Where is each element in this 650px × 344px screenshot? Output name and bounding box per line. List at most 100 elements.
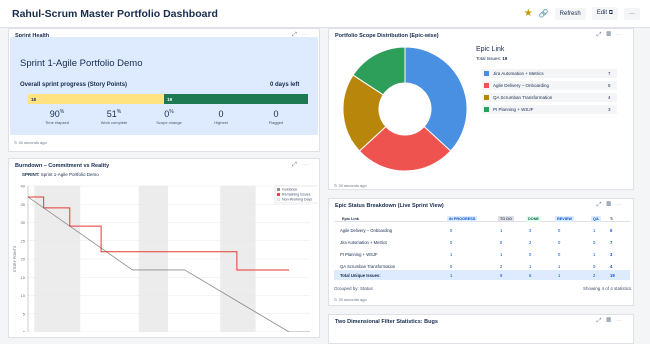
legend-item[interactable]: QA Scrumban Transformation [482,93,617,103]
gadget-actions[interactable]: ⤢▦⋯ [597,318,627,325]
stat-value: 90 [49,109,60,119]
table-cell[interactable]: 1 [450,252,452,257]
legend-label: PI Planning + WSJF [493,107,534,112]
stat-value: 0 [273,109,279,119]
todo-points: 19 [167,97,173,102]
stat-label: Time elapsed [45,120,69,125]
more-icon[interactable]: ⋯ [302,162,313,168]
expand-icon[interactable]: ⤢ [597,32,607,38]
refresh-small-icon[interactable]: ↻ [334,297,337,302]
table-icon[interactable]: ▦ [606,202,616,208]
progress-todo-segment: 19 [164,94,308,104]
sprint-name: Sprint 1-Agile Portfolio Demo [20,58,143,69]
total-issues: Total Issues: 19 [476,56,507,61]
table-cell[interactable]: 1 [500,252,502,257]
gadget-actions[interactable]: ⤢▦⋯ [597,202,627,209]
total-cell[interactable]: 19 [610,273,615,278]
table-cell[interactable]: 4 [610,264,612,269]
table-cell[interactable]: 0 [450,240,452,245]
table-cell[interactable]: 1 [500,228,502,233]
legend-item[interactable]: Jira Automation + Metrics [482,69,617,79]
table-header-row [334,214,630,222]
legend-swatch [276,197,281,202]
legend-label: Guidance [282,188,297,192]
legend-count: 4 [608,95,611,100]
col-to-do[interactable]: TO DO [498,216,514,222]
table-row-label[interactable]: Agile Delivery – Onboarding [340,228,392,233]
table-cell[interactable]: 1 [558,264,560,269]
table-icon[interactable]: ▦ [606,32,616,38]
table-cell[interactable]: 3 [529,228,531,233]
table-cell[interactable]: 0 [558,252,560,257]
edit-button[interactable]: Edit ⧉ [591,7,618,20]
table-cell[interactable]: 2 [500,264,502,269]
col-review[interactable]: REVIEW [555,216,574,222]
table-cell[interactable]: 5 [610,228,612,233]
table-cell[interactable]: 3 [610,252,612,257]
table-cell[interactable]: 2 [529,240,531,245]
col-qa[interactable]: QA [591,216,601,222]
expand-icon[interactable]: ⤢ [597,318,607,324]
legend-item[interactable]: Agile Delivery – Onboarding [482,81,617,91]
total-cell[interactable]: 9 [500,273,502,278]
more-icon[interactable]: ⋯ [616,202,627,208]
more-options-button[interactable]: ··· [624,7,640,20]
refresh-small-icon[interactable]: ↻ [334,183,337,188]
y-tick-label: 30 [21,220,26,225]
gadget-actions[interactable]: ⤢⋯ [292,162,313,169]
table-cell[interactable]: 1 [593,228,595,233]
refresh-small-icon[interactable]: ↻ [14,140,17,145]
table-cell[interactable]: 5 [500,240,502,245]
refresh-button[interactable]: Refresh [554,7,586,20]
y-tick-label: 35 [21,202,26,207]
table-icon[interactable]: ▦ [606,318,616,324]
burndown-sprint: SPRINT: Sprint 1-Agile Portfolio Demo [22,172,99,177]
stat-scope-change: 0% Scope change [146,109,192,125]
footer-time: 30 seconds ago [18,140,47,145]
more-icon[interactable]: ⋯ [616,32,627,38]
table-row-label[interactable]: QA Scrumban Transformation [340,264,395,269]
table-cell[interactable]: 0 [450,228,452,233]
burndown-chart: 0510152025303540STORY POINTSGuidanceRema… [13,184,318,332]
y-tick-label: 10 [21,293,26,298]
y-tick-label: 5 [23,311,26,316]
expand-icon[interactable]: ⤢ [597,202,607,208]
scope-pie-chart [342,46,468,172]
star-icon[interactable]: ★ [524,8,533,19]
progress-done-segment: 18 [28,94,165,104]
stat-label: Scope change [156,120,182,125]
total-cell[interactable]: 2 [593,273,595,278]
col-in-progress[interactable]: IN PROGRESS [447,216,478,222]
table-cell[interactable]: 7 [610,240,612,245]
table-cell[interactable]: 0 [450,264,452,269]
expand-icon[interactable]: ⤢ [292,162,302,168]
filter-statistics-gadget: Two Dimensional Filter Statistics: Bugs … [328,314,634,344]
table-row-label[interactable]: Jira Automation + Metrics [340,240,387,245]
legend-label: Non-Working Days [282,198,312,202]
table-cell[interactable]: 0 [558,240,560,245]
table-row-label[interactable]: PI Planning + WSJF [340,252,378,257]
legend-label: Remaining Issues [282,193,311,197]
table-cell[interactable]: 0 [558,228,560,233]
link-icon[interactable]: 🔗 [539,9,549,18]
y-tick-label: 15 [21,275,26,280]
col-done[interactable]: DONE [526,216,541,222]
table-cell[interactable]: 0 [529,252,531,257]
table-cell[interactable]: 1 [529,264,531,269]
legend-item[interactable]: PI Planning + WSJF [482,105,617,115]
total-cell[interactable]: 6 [529,273,531,278]
y-axis-label: STORY POINTS [13,245,17,272]
table-cell[interactable]: 1 [593,252,595,257]
table-cell[interactable]: 0 [593,240,595,245]
table-cell[interactable]: 0 [593,264,595,269]
days-left: 0 days left [270,82,300,88]
legend-count: 5 [608,83,611,88]
stat-unit: % [116,109,122,115]
more-icon[interactable]: ⋯ [616,318,627,324]
total-cell[interactable]: 1 [558,273,560,278]
grouped-by: Grouped by: Status [334,286,373,291]
gadget-actions[interactable]: ⤢▦⋯ [597,32,627,39]
footer-time: 30 seconds ago [338,183,367,188]
footer-time: 30 seconds ago [338,297,367,302]
total-cell[interactable]: 1 [450,273,452,278]
